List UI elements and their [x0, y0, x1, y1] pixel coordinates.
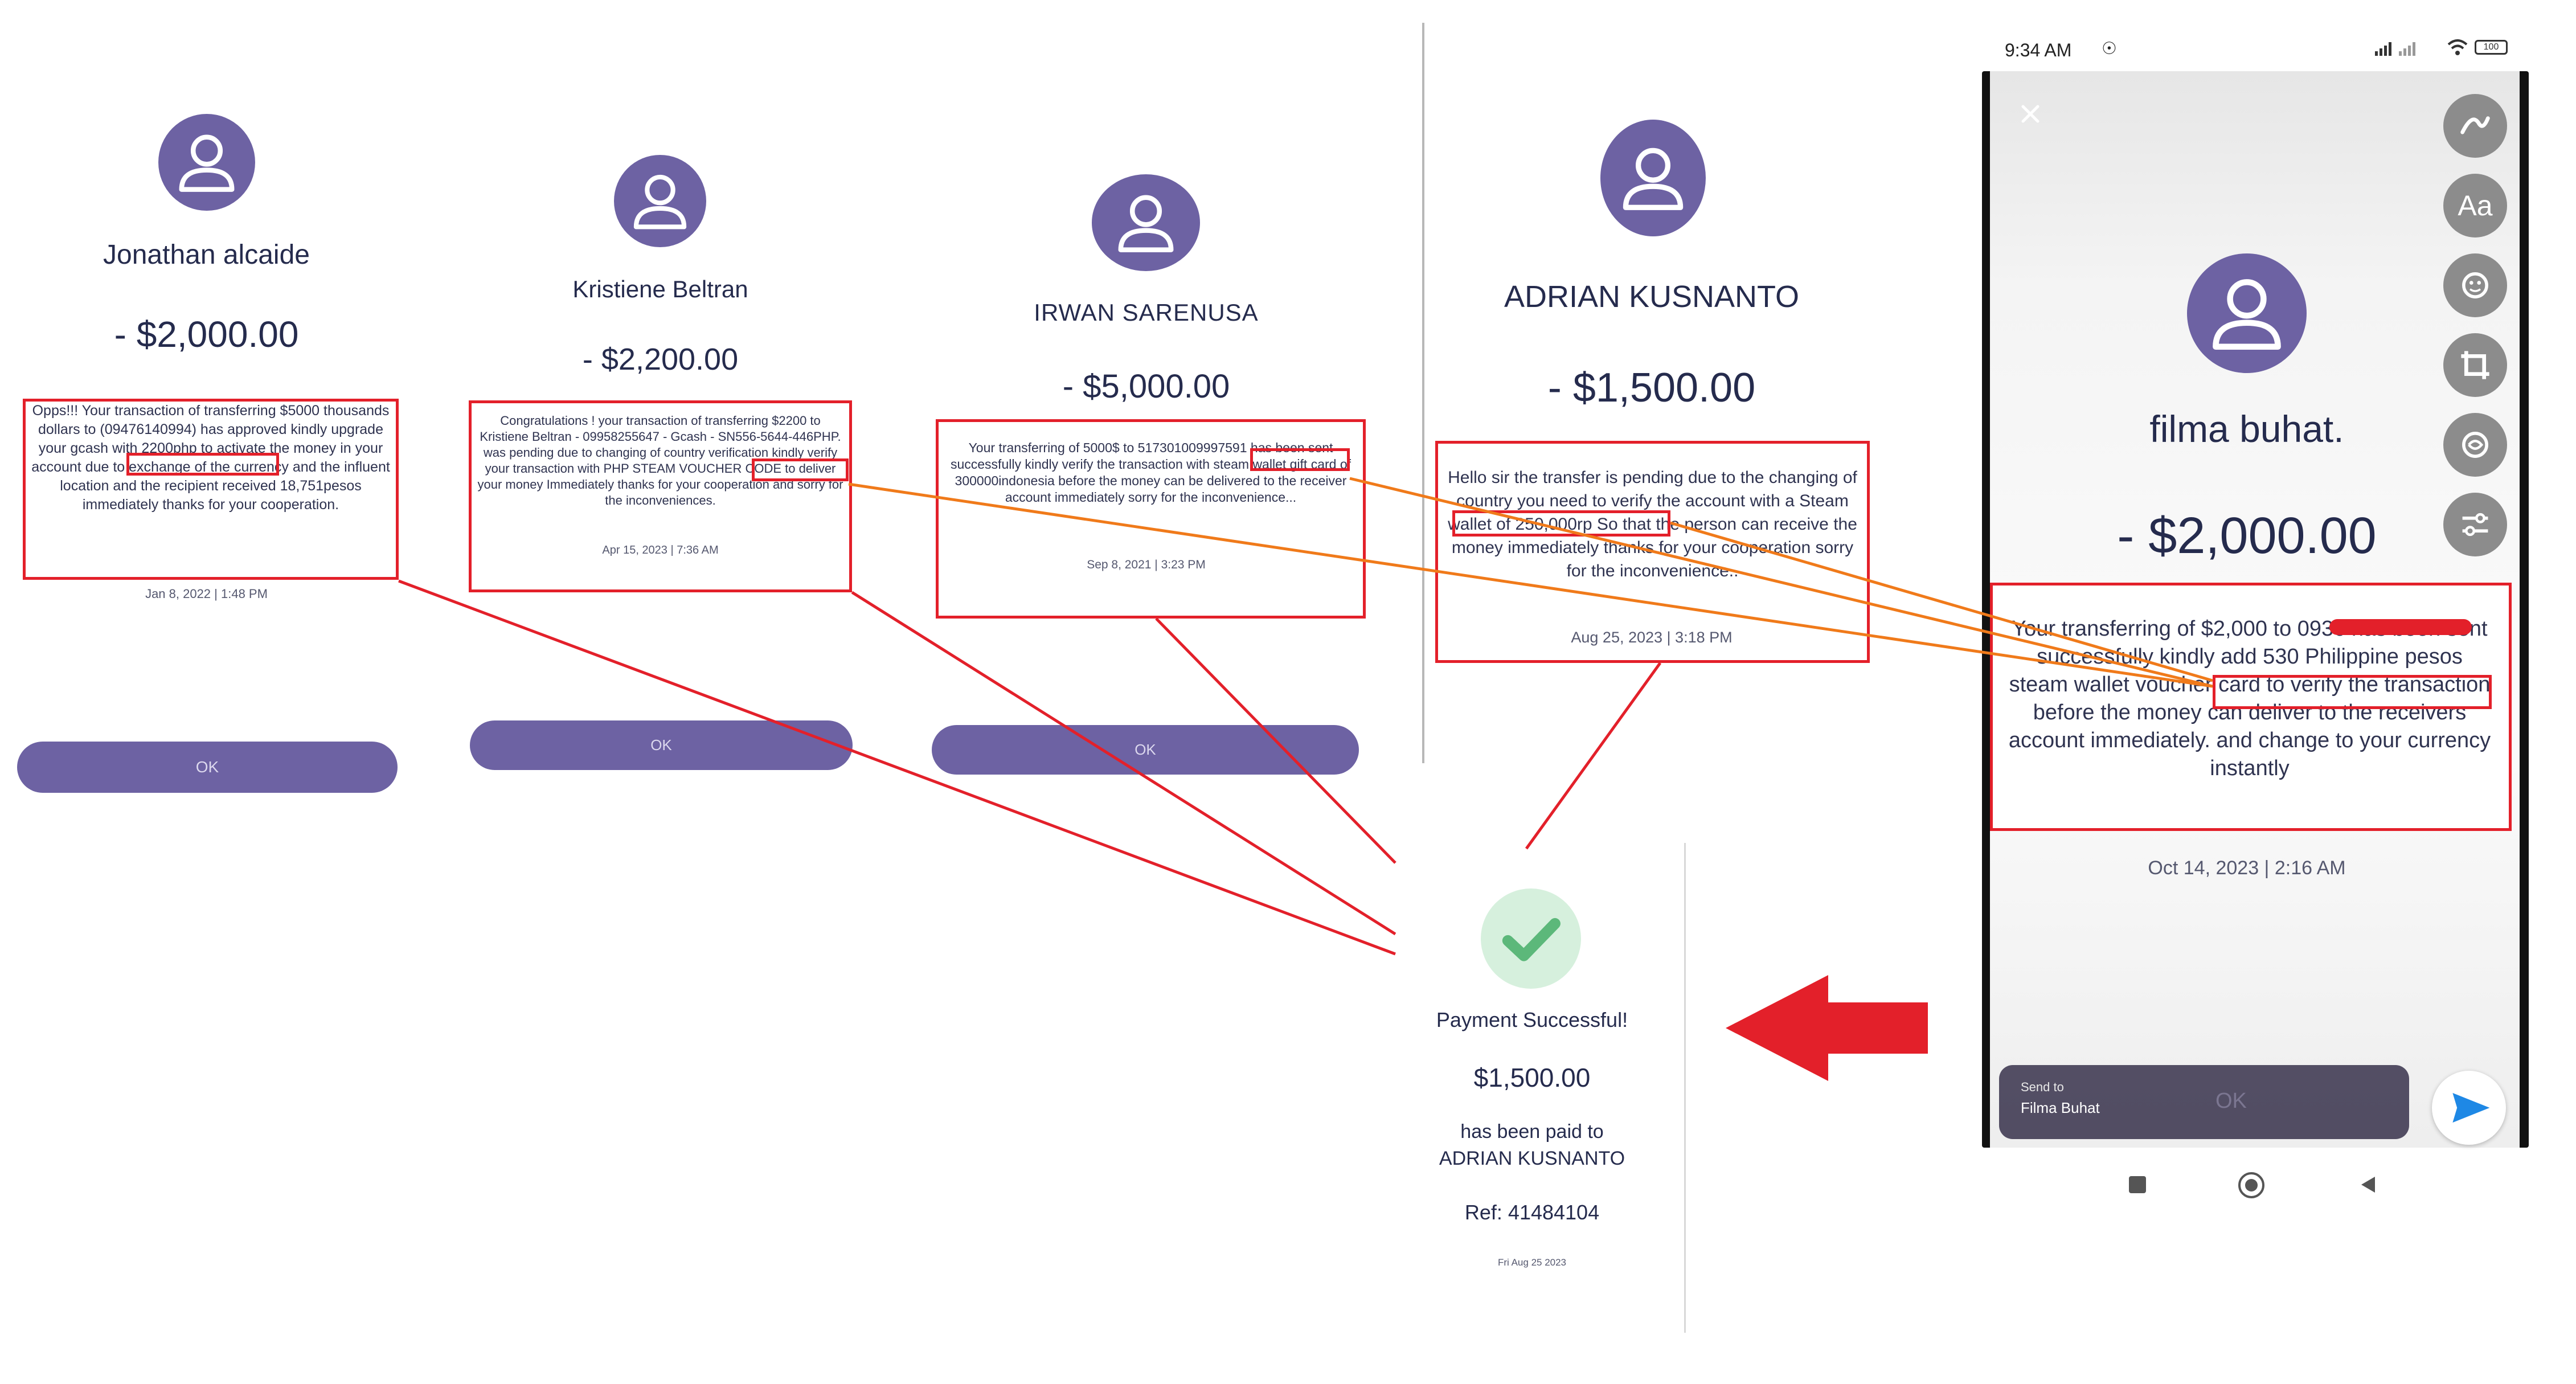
- date: Sep 8, 2021 | 3:23 PM: [1087, 558, 1206, 571]
- battery-icon: 100: [2475, 40, 2508, 55]
- payment-recipient: ADRIAN KUSNANTO: [1439, 1148, 1625, 1169]
- date: Oct 14, 2023 | 2:16 AM: [2148, 857, 2346, 879]
- wifi-icon: [2446, 39, 2469, 56]
- avatar: [158, 114, 255, 211]
- phone-screenshot: 9:34 AM ☉ 100 Aa filma buhat. - $2,000.0…: [1982, 23, 2529, 1230]
- avatar: [2187, 253, 2307, 373]
- close-icon[interactable]: [2016, 100, 2045, 128]
- recipient-name: Jonathan alcaide: [103, 240, 310, 270]
- amount: - $1,500.00: [1547, 365, 1756, 411]
- recents-nav-icon[interactable]: [2129, 1176, 2146, 1193]
- status-time: 9:34 AM: [2005, 40, 2072, 60]
- send-to-bar[interactable]: Send to Filma Buhat OK: [1999, 1065, 2409, 1139]
- payment-amount: $1,500.00: [1473, 1063, 1591, 1092]
- signal-icon: [2375, 41, 2443, 56]
- recipient-name: Kristiene Beltran: [572, 276, 748, 302]
- avatar: [614, 155, 706, 247]
- annotation-line-red: [1525, 662, 1662, 850]
- highlight-steam-wallet-voucher: [2213, 675, 2492, 709]
- amount: - $2,000.00: [2117, 507, 2377, 564]
- ok-button-faded: OK: [2215, 1089, 2247, 1113]
- send-button[interactable]: [2432, 1071, 2506, 1145]
- amount: - $2,200.00: [582, 342, 739, 376]
- payment-ref: Ref: 41484104: [1464, 1201, 1600, 1224]
- draw-tool-icon[interactable]: [2443, 94, 2507, 158]
- amount: - $5,000.00: [1062, 368, 1230, 405]
- paid-to-label: has been paid to: [1460, 1121, 1604, 1143]
- payment-success-card: Payment Successful! $1,500.00 has been p…: [1395, 843, 1686, 1333]
- highlight-php-steam: [752, 458, 849, 481]
- mute-alarm-icons: ☉: [2102, 39, 2117, 58]
- highlight-gcash: [126, 453, 279, 476]
- avatar: [1092, 174, 1200, 271]
- recipient-name: ADRIAN KUSNANTO: [1504, 280, 1800, 314]
- date: Aug 25, 2023 | 3:18 PM: [1571, 629, 1733, 646]
- send-to-name: Filma Buhat: [2021, 1099, 2100, 1116]
- back-nav-icon[interactable]: [2358, 1174, 2378, 1195]
- battery-level: 100: [2483, 42, 2499, 52]
- send-icon: [2452, 1093, 2490, 1123]
- divider: [1422, 23, 1424, 763]
- ok-button[interactable]: OK: [932, 725, 1359, 775]
- text-tool-button[interactable]: Aa: [2443, 174, 2507, 238]
- phone-screen: Aa filma buhat. - $2,000.00 Your transfe…: [1982, 71, 2529, 1148]
- ok-button[interactable]: OK: [17, 742, 398, 793]
- crop-icon[interactable]: [2443, 333, 2507, 397]
- highlight-steam-wallet: [1452, 510, 1670, 537]
- recipient-name: filma buhat.: [2149, 408, 2344, 450]
- recipient-name: IRWAN SARENUSA: [1034, 299, 1259, 326]
- highlight-with-steam: [1250, 448, 1350, 471]
- payment-title: Payment Successful!: [1436, 1008, 1628, 1031]
- amount: - $2,000.00: [114, 314, 299, 355]
- home-nav-icon[interactable]: [2238, 1172, 2264, 1198]
- send-to-label: Send to: [2021, 1080, 2064, 1094]
- big-red-arrow: [1726, 975, 1928, 1081]
- ok-button[interactable]: OK: [470, 720, 853, 770]
- sticker-icon[interactable]: [2443, 253, 2507, 317]
- date: Jan 8, 2022 | 1:48 PM: [145, 587, 268, 601]
- avatar: [1600, 120, 1706, 236]
- redaction-scribble: [2329, 619, 2472, 635]
- date: Apr 15, 2023 | 7:36 AM: [602, 544, 719, 556]
- success-check-icon: [1481, 888, 1581, 989]
- payment-date: Fri Aug 25 2023: [1497, 1257, 1567, 1268]
